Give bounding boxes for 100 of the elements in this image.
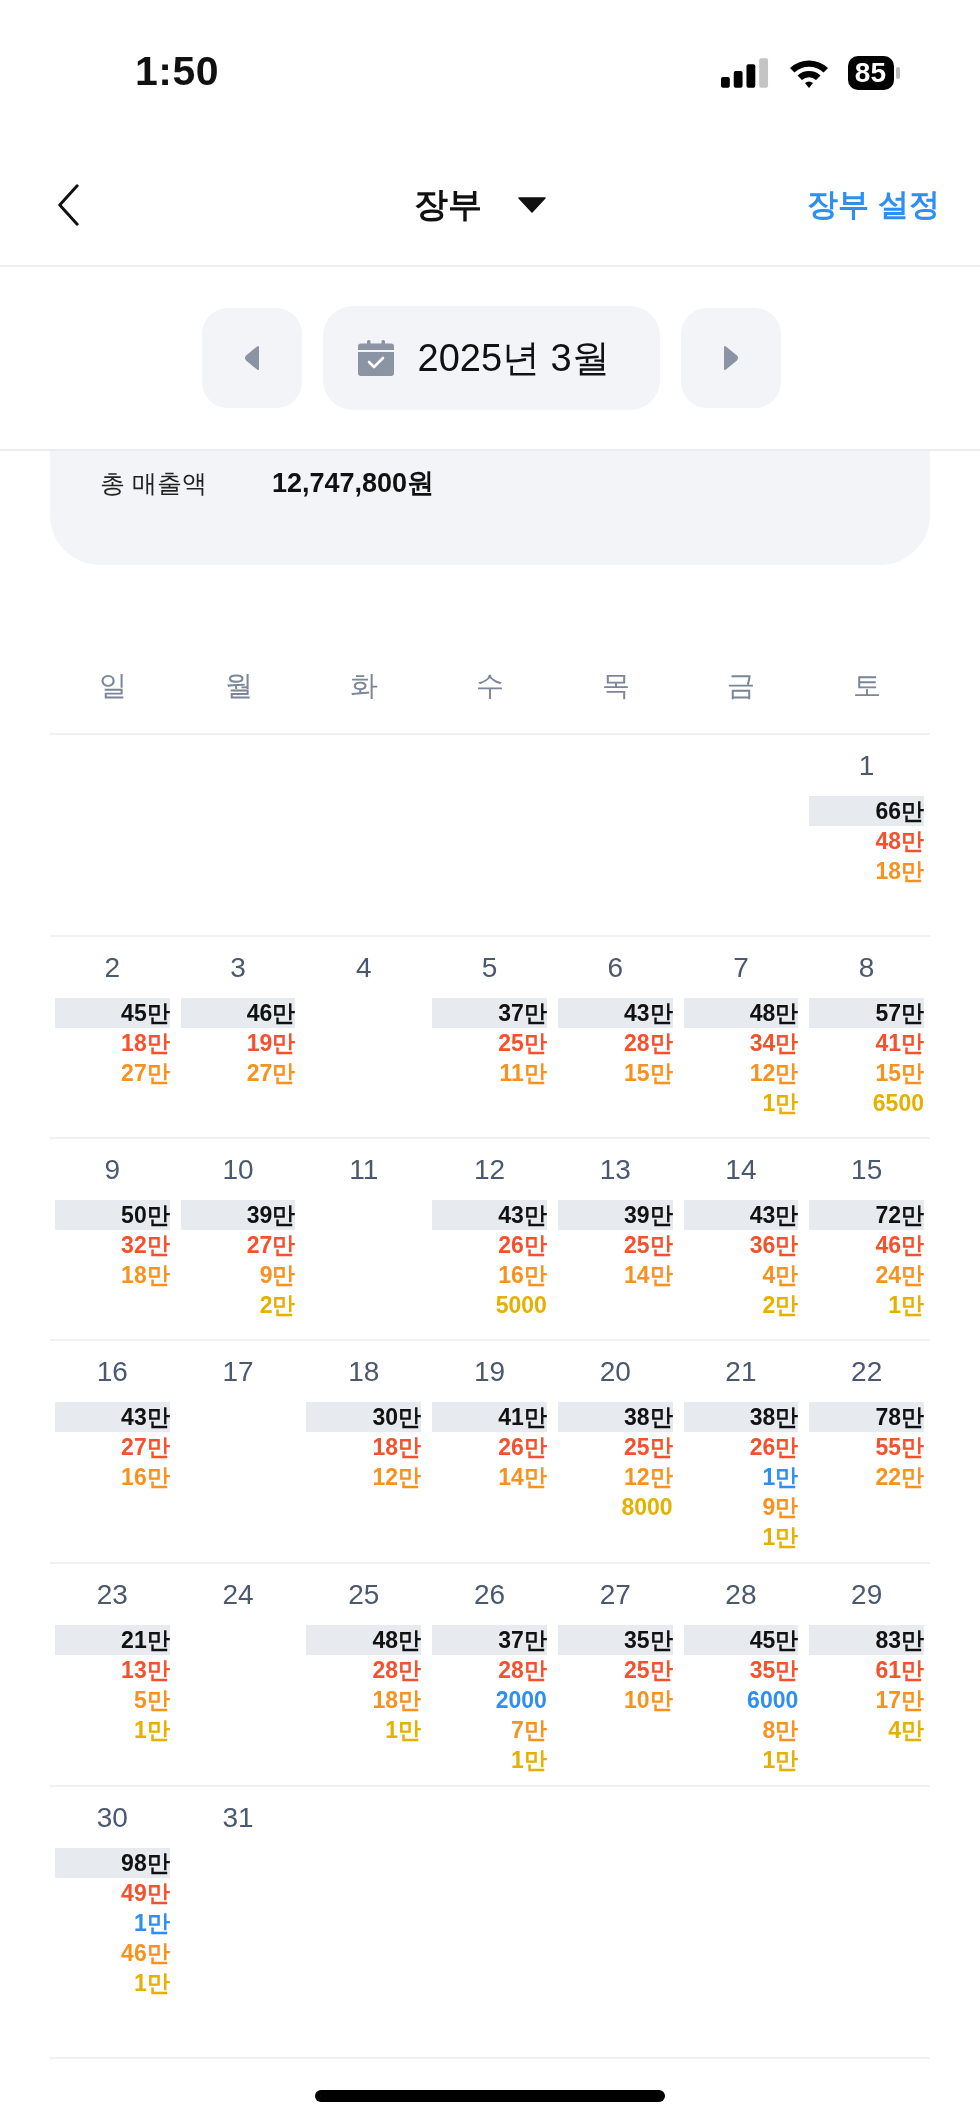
weekday-label: 토 <box>853 669 882 703</box>
previous-month-button[interactable] <box>201 308 302 408</box>
daily-total: 43만 <box>55 1402 170 1432</box>
daily-total: 21만 <box>55 1625 170 1655</box>
daily-total: 39만 <box>557 1200 673 1230</box>
amount-text: 27만 <box>246 1231 296 1260</box>
amount-text: 25만 <box>498 1029 547 1058</box>
day-number[interactable]: 28 <box>725 1576 757 1614</box>
amount-text: 12만 <box>749 1059 799 1088</box>
day-number[interactable]: 12 <box>473 1151 506 1189</box>
day-number[interactable]: 4 <box>356 949 372 987</box>
caret-left-icon <box>243 345 260 371</box>
amount-text: 4만 <box>888 1716 924 1745</box>
day-number[interactable]: 7 <box>733 949 749 987</box>
amount-text: 25만 <box>623 1656 673 1685</box>
day-number[interactable]: 19 <box>473 1353 506 1391</box>
amount-text: 1만 <box>762 1746 799 1775</box>
next-month-button[interactable] <box>680 308 781 408</box>
ledger-dropdown[interactable]: 장부 <box>414 182 546 228</box>
daily-total: 45만 <box>55 998 170 1028</box>
day-number[interactable]: 23 <box>96 1576 128 1614</box>
day-number[interactable]: 31 <box>222 1799 254 1837</box>
daily-total: 37만 <box>432 998 547 1028</box>
amount-text: 9만 <box>259 1261 296 1290</box>
amount-text: 18만 <box>121 1029 170 1058</box>
day-number[interactable]: 13 <box>599 1151 631 1189</box>
amount-text: 15만 <box>623 1059 673 1088</box>
amount-text: 55만 <box>875 1433 924 1462</box>
day-number[interactable]: 29 <box>851 1576 883 1614</box>
day-number[interactable]: 3 <box>230 949 246 987</box>
day-number[interactable]: 11 <box>349 1151 379 1189</box>
daily-total: 38만 <box>557 1402 673 1432</box>
amount-text: 26만 <box>498 1433 547 1462</box>
day-number[interactable]: 15 <box>851 1151 883 1189</box>
amount-text: 41만 <box>875 1029 924 1058</box>
daily-total: 46만 <box>180 998 296 1028</box>
day-number[interactable]: 16 <box>96 1353 128 1391</box>
day-number[interactable]: 30 <box>96 1799 128 1837</box>
day-number[interactable]: 25 <box>348 1576 380 1614</box>
battery-cap-icon <box>896 66 900 79</box>
day-number[interactable]: 22 <box>851 1353 883 1391</box>
amount-text: 2만 <box>762 1291 799 1320</box>
amount-text: 1만 <box>385 1716 422 1745</box>
weekday-label: 화 <box>350 669 379 703</box>
amount-text: 28만 <box>623 1029 673 1058</box>
day-number[interactable]: 1 <box>858 747 875 785</box>
amount-text: 27만 <box>121 1433 170 1462</box>
total-sales-value: 12,747,800원 <box>272 467 435 500</box>
amount-text: 27만 <box>121 1059 170 1088</box>
day-number[interactable]: 10 <box>222 1151 254 1189</box>
daily-total: 43만 <box>683 1200 799 1230</box>
amount-text: 14만 <box>623 1261 673 1290</box>
amount-text: 34만 <box>749 1029 799 1058</box>
amount-text: 25만 <box>623 1433 673 1462</box>
day-number[interactable]: 24 <box>222 1576 254 1614</box>
amount-text: 6000 <box>747 1686 799 1715</box>
day-number[interactable]: 18 <box>348 1353 380 1391</box>
day-number[interactable]: 17 <box>222 1353 254 1391</box>
amount-text: 18만 <box>875 857 924 886</box>
day-number[interactable]: 5 <box>481 949 498 987</box>
amount-text: 18만 <box>372 1686 422 1715</box>
chevron-left-icon <box>57 183 79 227</box>
amount-text: 49만 <box>121 1879 170 1908</box>
daily-total: 43만 <box>432 1200 547 1230</box>
day-number[interactable]: 14 <box>725 1151 757 1189</box>
status-time: 1:50 <box>135 48 220 95</box>
amount-text: 22만 <box>875 1463 924 1492</box>
amount-text: 35만 <box>749 1656 799 1685</box>
daily-total: 41만 <box>432 1402 547 1432</box>
daily-total: 43만 <box>557 998 673 1028</box>
day-number[interactable]: 20 <box>599 1353 631 1391</box>
amount-text: 24만 <box>875 1261 924 1290</box>
amount-text: 19만 <box>246 1029 296 1058</box>
amount-text: 18만 <box>121 1261 170 1290</box>
amount-text: 48만 <box>875 827 924 856</box>
amount-text: 46만 <box>875 1231 924 1260</box>
calendar-icon <box>357 340 394 376</box>
amount-text: 5000 <box>495 1291 547 1320</box>
day-number[interactable]: 6 <box>607 949 623 987</box>
day-number[interactable]: 27 <box>599 1576 631 1614</box>
amount-text: 28만 <box>372 1656 422 1685</box>
day-number[interactable]: 8 <box>858 949 875 987</box>
day-number[interactable]: 26 <box>473 1576 506 1614</box>
amount-text: 15만 <box>875 1059 924 1088</box>
amount-text: 1만 <box>133 1969 170 1998</box>
month-selector[interactable]: 2025년 3월 <box>322 306 660 410</box>
amount-text: 18만 <box>372 1433 422 1462</box>
amount-text: 36만 <box>749 1231 799 1260</box>
amount-text: 17만 <box>875 1686 924 1715</box>
amount-text: 46만 <box>121 1939 170 1968</box>
amount-text: 1만 <box>888 1291 924 1320</box>
weekday-label: 월 <box>224 669 253 703</box>
day-number[interactable]: 2 <box>104 949 121 987</box>
daily-total: 50만 <box>55 1200 170 1230</box>
amount-text: 7만 <box>511 1716 547 1745</box>
amount-text: 1만 <box>762 1089 799 1118</box>
day-number[interactable]: 21 <box>725 1353 757 1391</box>
daily-total: 38만 <box>683 1402 799 1432</box>
amount-text: 13만 <box>121 1656 170 1685</box>
day-number[interactable]: 9 <box>104 1151 121 1189</box>
